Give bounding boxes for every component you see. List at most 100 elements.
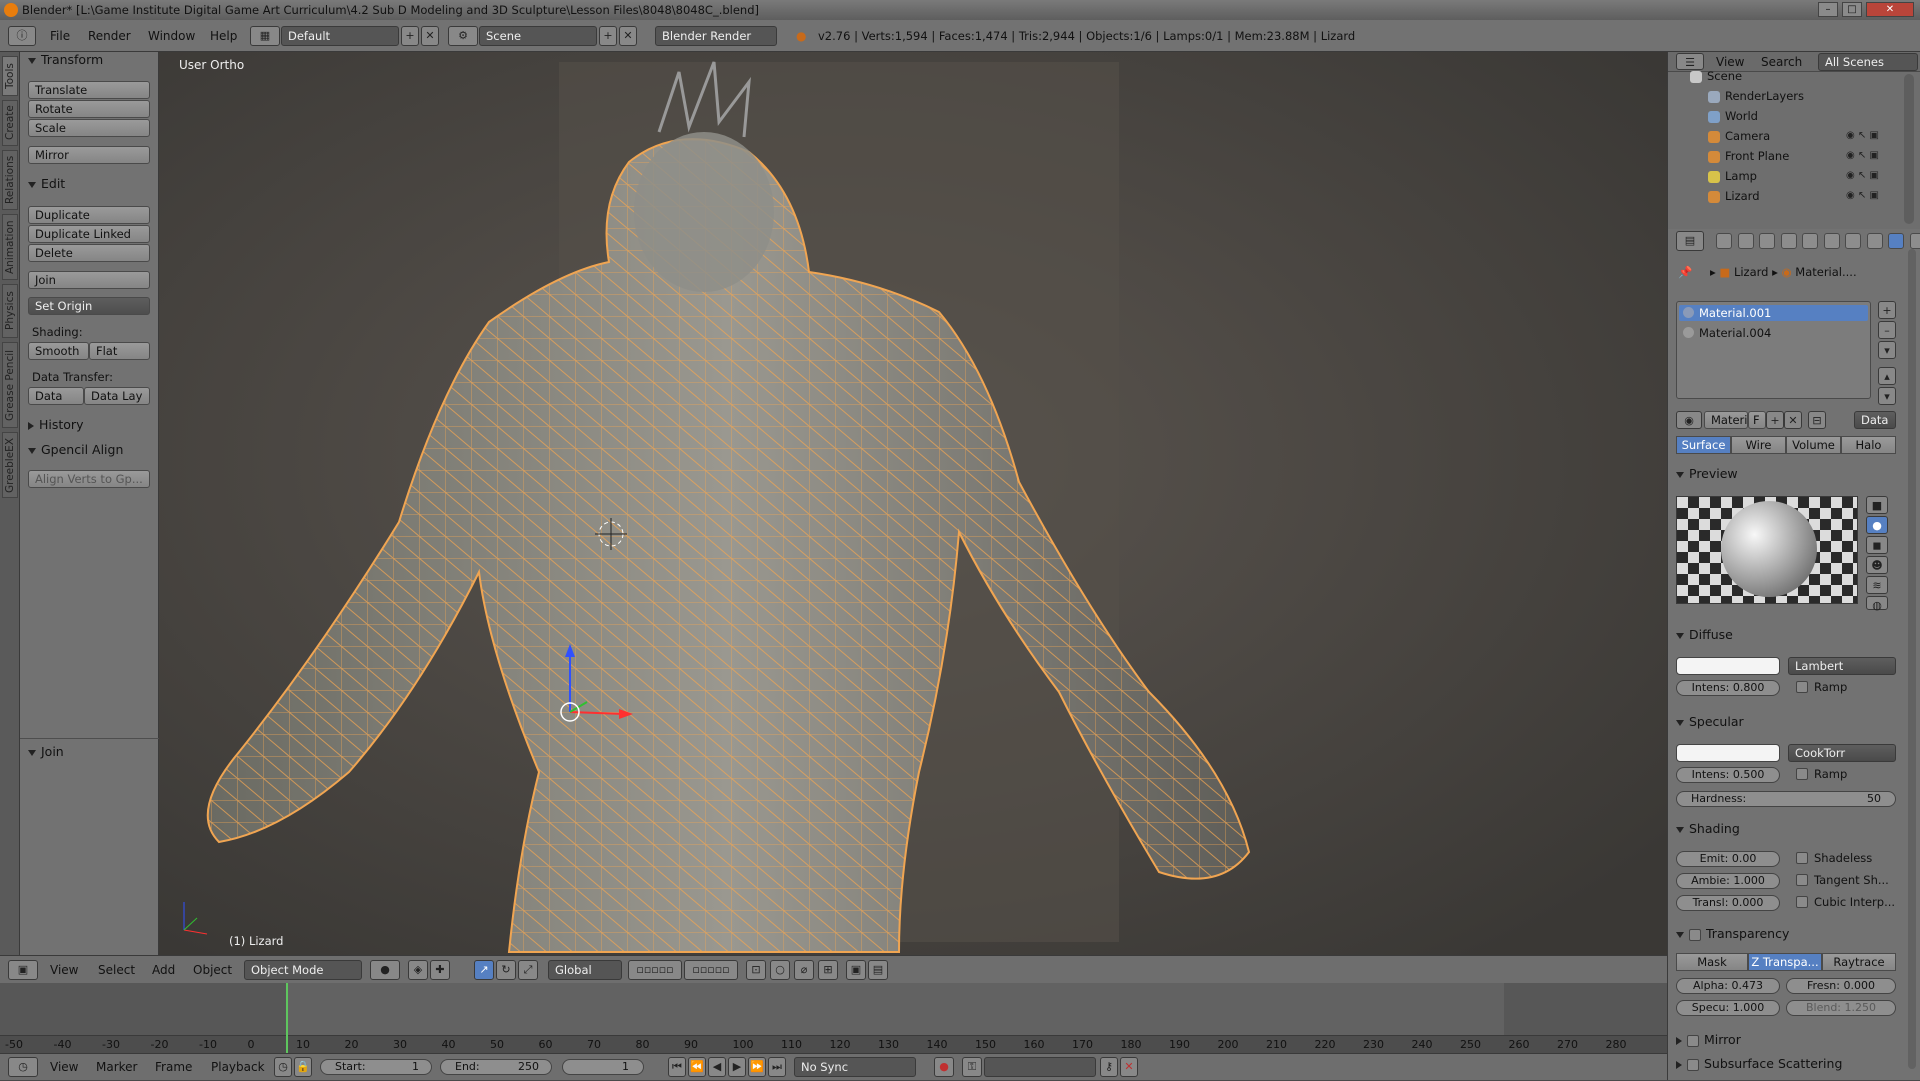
transform-orientation-dropdown[interactable]: Global	[548, 960, 622, 980]
display-mode-dropdown[interactable]: All Scenes	[1818, 53, 1918, 71]
mirror-panel-header[interactable]: Mirror	[1676, 1032, 1741, 1047]
snap-element-icon[interactable]: ⊞	[818, 960, 838, 980]
lock-range-icon[interactable]: 🔒	[294, 1057, 312, 1077]
layers-grid-icon[interactable]: ▫▫▫▫▫	[628, 960, 682, 980]
transparency-checkbox[interactable]	[1689, 929, 1701, 941]
blend-field[interactable]: Blend: 1.250	[1786, 1000, 1896, 1016]
diffuse-shader-dropdown[interactable]: Lambert	[1788, 657, 1896, 675]
duplicate-button[interactable]: Duplicate	[28, 206, 150, 224]
screen-layout-field[interactable]: Default	[281, 26, 399, 46]
frame-ruler[interactable]: -50-40-30-20-100102030405060708090100110…	[0, 1035, 1667, 1053]
sss-checkbox[interactable]	[1687, 1059, 1699, 1071]
ambient-field[interactable]: Ambie: 1.000	[1676, 873, 1780, 889]
outliner-item[interactable]: Scene	[1690, 66, 1742, 86]
menu-view[interactable]: View	[50, 1054, 78, 1081]
shadeless-checkbox[interactable]	[1796, 852, 1808, 864]
tab-relations[interactable]: Relations	[2, 150, 18, 210]
sss-panel-header[interactable]: Subsurface Scattering	[1676, 1056, 1842, 1071]
viewport-shading-icon[interactable]: ●	[370, 960, 400, 980]
preview-flat-icon[interactable]: ■	[1866, 496, 1888, 514]
material-slot-selected[interactable]: Material.001	[1679, 305, 1868, 321]
fake-user-button[interactable]: F	[1748, 411, 1766, 429]
slot-specials-icon[interactable]: ▾	[1878, 341, 1896, 359]
rotate-button[interactable]: Rotate	[28, 100, 150, 118]
tab-tools[interactable]: Tools	[2, 56, 18, 96]
tab-wire[interactable]: Wire	[1731, 436, 1786, 454]
transparency-mask-button[interactable]: Mask	[1676, 953, 1748, 971]
mirror-checkbox[interactable]	[1687, 1035, 1699, 1047]
delete-keyframe-icon[interactable]: ✕	[1120, 1057, 1138, 1077]
preview-world-icon[interactable]: ◍	[1866, 596, 1888, 610]
menu-frame[interactable]: Frame	[155, 1054, 192, 1081]
pin-icon[interactable]: 📌	[1678, 265, 1692, 279]
shading-panel-header[interactable]: Shading	[1676, 821, 1740, 836]
current-frame-field[interactable]: 1	[562, 1059, 644, 1075]
visibility-icons[interactable]: ◉ ↖ ▣	[1846, 166, 1879, 186]
outliner-scrollbar[interactable]	[1904, 74, 1914, 224]
preview-cube-icon[interactable]: ◼	[1866, 536, 1888, 554]
align-verts-button[interactable]: Align Verts to Gp...	[28, 470, 150, 488]
world-tab-icon[interactable]	[1781, 233, 1797, 249]
fresnel-field[interactable]: Fresn: 0.000	[1786, 978, 1896, 994]
minimize-button[interactable]: –	[1818, 2, 1838, 17]
rotate-manipulator-icon[interactable]: ↻	[496, 960, 516, 980]
timeline-area[interactable]: -50-40-30-20-100102030405060708090100110…	[0, 983, 1667, 1053]
data-tab-icon[interactable]	[1867, 233, 1883, 249]
tab-halo[interactable]: Halo	[1841, 436, 1896, 454]
hardness-field[interactable]: Hardness:50	[1676, 791, 1896, 807]
edit-panel-header[interactable]: Edit	[28, 176, 65, 191]
menu-object[interactable]: Object	[193, 956, 232, 984]
translate-manipulator-icon[interactable]: ↗	[474, 960, 494, 980]
scale-button[interactable]: Scale	[28, 119, 150, 137]
menu-view[interactable]: View	[50, 956, 78, 984]
mode-dropdown[interactable]: Object Mode	[244, 960, 362, 980]
translucency-field[interactable]: Transl: 0.000	[1676, 895, 1780, 911]
render-layers-tab-icon[interactable]	[1738, 233, 1754, 249]
tab-grease-pencil[interactable]: Grease Pencil	[2, 342, 18, 428]
diffuse-color-swatch[interactable]	[1676, 657, 1780, 675]
tab-greebleex[interactable]: GreebleEX	[2, 432, 18, 498]
specular-alpha-field[interactable]: Specu: 1.000	[1676, 1000, 1780, 1016]
menu-marker[interactable]: Marker	[96, 1054, 137, 1081]
join-button[interactable]: Join	[28, 271, 150, 289]
material-slots-list[interactable]: Material.001 Material.004	[1676, 301, 1871, 399]
layers-grid-icon-2[interactable]: ▫▫▫▫▫	[684, 960, 738, 980]
preview-sphere-icon[interactable]: ●	[1866, 516, 1888, 534]
keying-set-icon[interactable]: ⚿	[962, 1057, 982, 1077]
transparency-ztransp-button[interactable]: Z Transpa...	[1748, 953, 1822, 971]
visibility-icons[interactable]: ◉ ↖ ▣	[1846, 186, 1879, 206]
specular-ramp-checkbox[interactable]	[1796, 768, 1808, 780]
current-frame-indicator[interactable]	[286, 983, 288, 1053]
editor-type-icon[interactable]: ▣	[8, 960, 38, 980]
playback-range-icon[interactable]: ◷	[274, 1057, 292, 1077]
specular-color-swatch[interactable]	[1676, 744, 1780, 762]
record-icon[interactable]: ●	[934, 1057, 954, 1077]
data-transfer-button[interactable]: Data	[28, 387, 84, 405]
editor-type-icon[interactable]: ◷	[8, 1057, 38, 1077]
move-down-icon[interactable]: ▾	[1878, 387, 1896, 405]
texture-tab-icon[interactable]	[1910, 233, 1920, 249]
manipulator-toggle-icon[interactable]: ✚	[430, 960, 450, 980]
duplicate-linked-button[interactable]: Duplicate Linked	[28, 225, 150, 243]
gpencil-align-panel-header[interactable]: Gpencil Align	[28, 442, 123, 457]
keying-set-field[interactable]	[984, 1057, 1096, 1077]
outliner-item[interactable]: RenderLayers	[1708, 86, 1804, 106]
scene-field[interactable]: Scene	[479, 26, 597, 46]
material-name-field[interactable]: Materi	[1704, 411, 1748, 429]
maximize-button[interactable]: □	[1842, 2, 1862, 17]
menu-playback[interactable]: Playback	[211, 1054, 265, 1081]
browse-material-icon[interactable]: ◉	[1676, 411, 1702, 429]
play-icon[interactable]: ▶	[728, 1057, 746, 1077]
set-origin-dropdown[interactable]: Set Origin	[28, 297, 150, 315]
operator-panel-header[interactable]: Join	[28, 744, 64, 759]
prev-keyframe-icon[interactable]: ⏪	[688, 1057, 706, 1077]
visibility-icons[interactable]: ◉ ↖ ▣	[1846, 146, 1879, 166]
shade-flat-button[interactable]: Flat	[89, 342, 150, 360]
scale-manipulator-icon[interactable]: ⤢	[518, 960, 538, 980]
outliner-item[interactable]: Lamp◉ ↖ ▣	[1708, 166, 1757, 186]
translate-button[interactable]: Translate	[28, 81, 150, 99]
transform-panel-header[interactable]: Transform	[28, 52, 103, 67]
delete-button[interactable]: Delete	[28, 244, 150, 262]
scene-tab-icon[interactable]	[1759, 233, 1775, 249]
3d-viewport[interactable]: User Ortho (1) Lizard	[159, 52, 1667, 955]
